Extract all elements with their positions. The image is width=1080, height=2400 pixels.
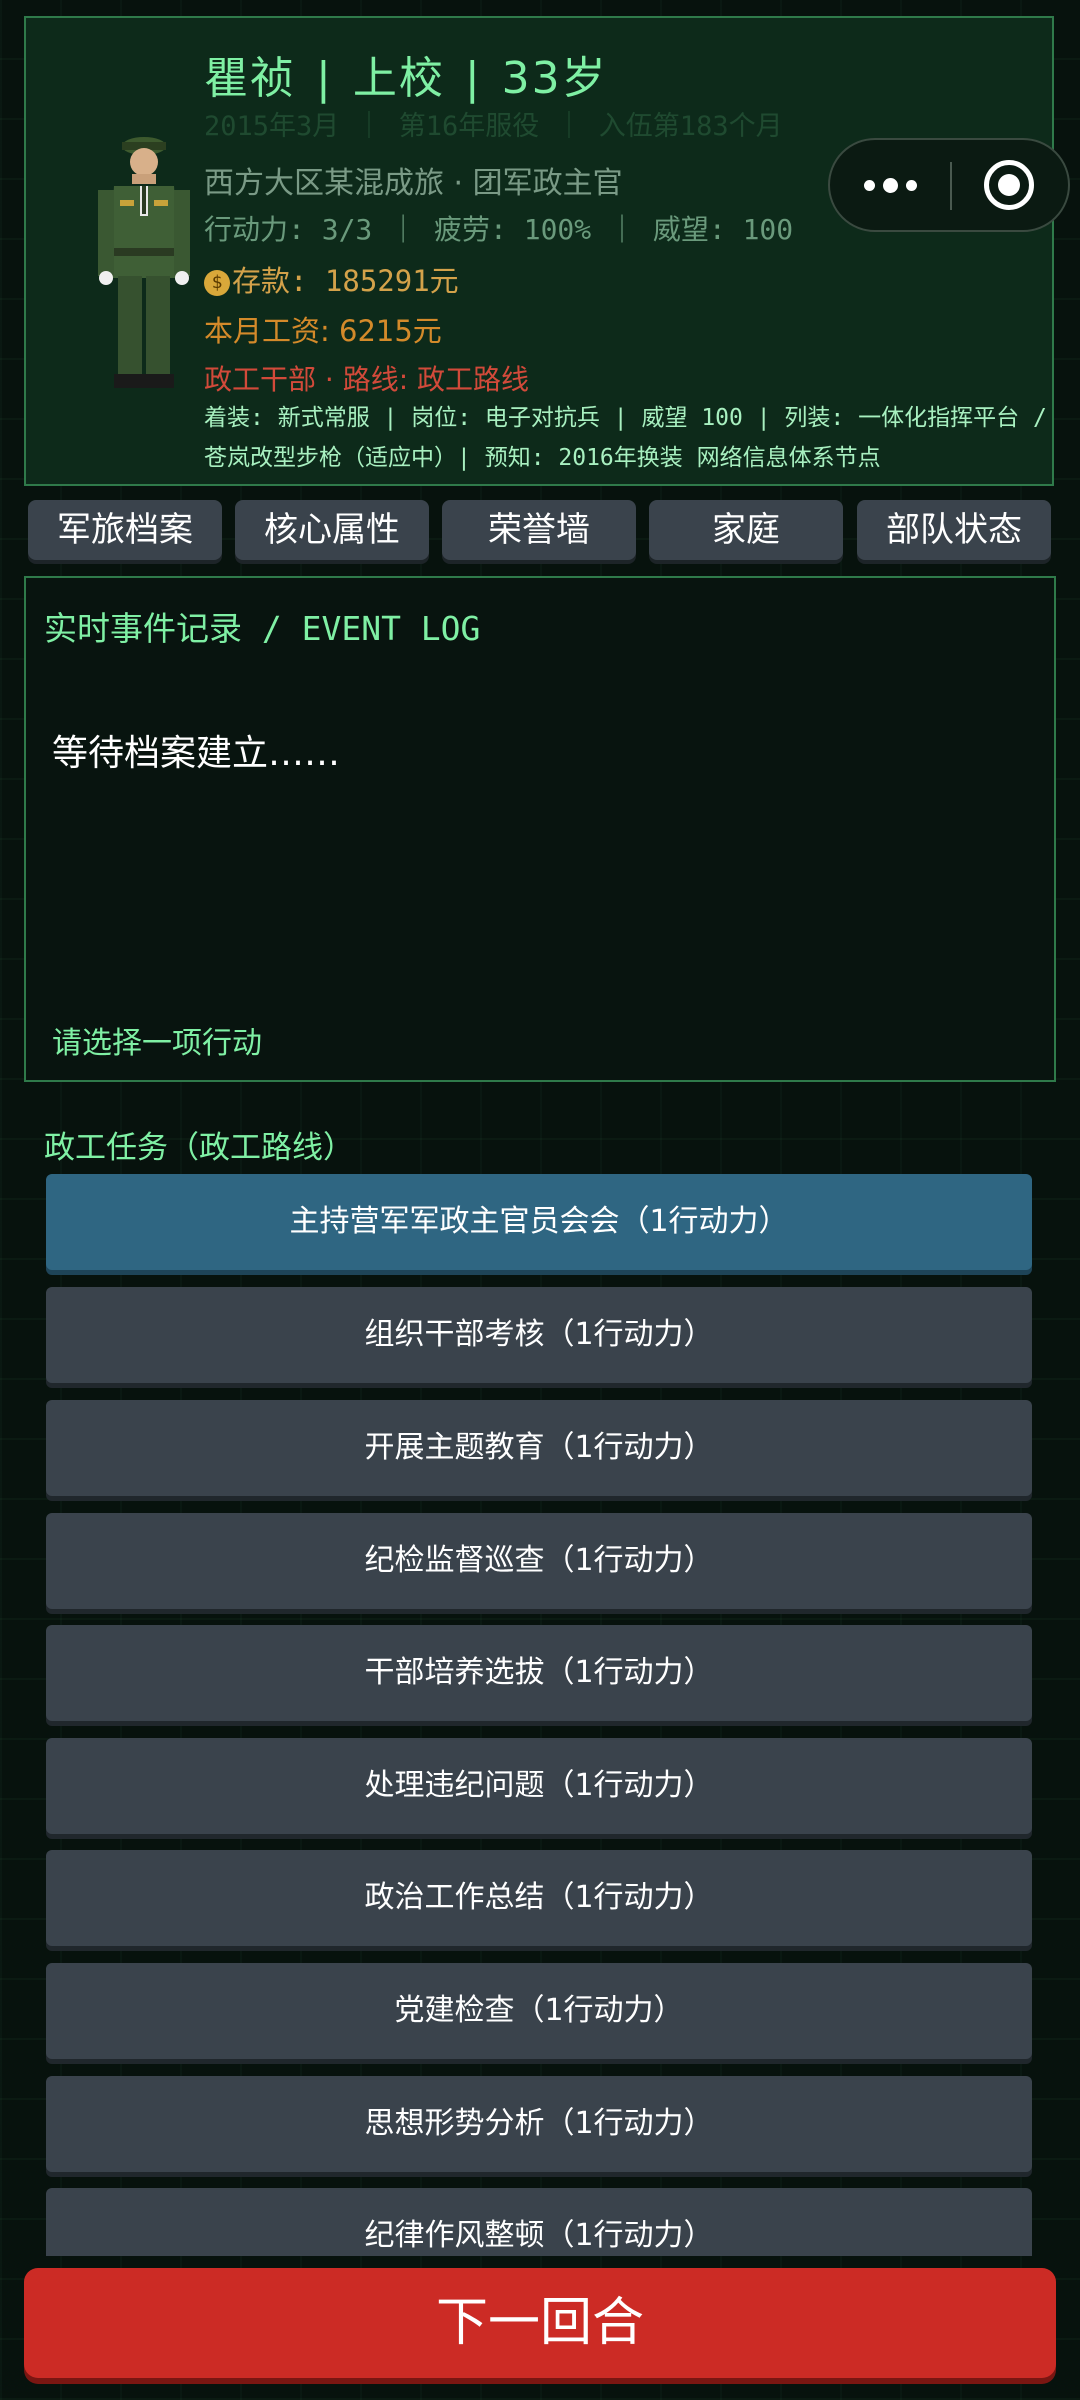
- career-route-line: 政工干部 · 路线: 政工路线: [204, 363, 530, 396]
- event-log-panel: 实时事件记录 / EVENT LOG 等待档案建立…… 请选择一项行动: [24, 576, 1056, 1082]
- soldier-avatar: [98, 137, 190, 388]
- target-close-icon[interactable]: [984, 160, 1034, 210]
- next-turn-button[interactable]: 下一回合: [24, 2268, 1056, 2378]
- salary-line: 本月工资: 6215元: [204, 314, 442, 348]
- action-button[interactable]: 组织干部考核（1行动力）: [46, 1287, 1032, 1383]
- stats-line: 行动力: 3/3 ｜ 疲劳: 100% ｜ 威望: 100: [204, 213, 794, 246]
- name-rank-age: 瞿祯 | 上校 | 33岁: [204, 53, 608, 104]
- task-section-title: 政工任务（政工路线）: [44, 1130, 354, 1166]
- action-button[interactable]: 政治工作总结（1行动力）: [46, 1850, 1032, 1946]
- savings-line: $ 存款: 185291元: [204, 258, 459, 300]
- miniprogram-capsule: [828, 138, 1070, 232]
- savings-text: 存款: 185291元: [232, 264, 459, 298]
- event-log-waiting: 等待档案建立……: [52, 733, 341, 774]
- action-button[interactable]: 开展主题教育（1行动力）: [46, 1400, 1032, 1496]
- money-bag-icon: $: [204, 270, 230, 296]
- action-prompt: 请选择一项行动: [52, 1026, 262, 1061]
- equipment-line-1: 着装: 新式常服 | 岗位: 电子对抗兵 | 威望 100 | 列装: 一体化指…: [204, 405, 1047, 431]
- officer-rank: 上校: [352, 53, 445, 104]
- tab-unit-status[interactable]: 部队状态: [857, 500, 1051, 560]
- action-button[interactable]: 纪检监督巡查（1行动力）: [46, 1513, 1032, 1609]
- tab-family[interactable]: 家庭: [649, 500, 843, 560]
- action-button[interactable]: 处理违纪问题（1行动力）: [46, 1738, 1032, 1834]
- profile-panel: 瞿祯 | 上校 | 33岁 2015年3月 ｜ 第16年服役 ｜ 入伍第183个月 西方…: [24, 16, 1070, 486]
- officer-age: 33岁: [501, 53, 608, 104]
- action-button[interactable]: 党建检查（1行动力）: [46, 1963, 1032, 2059]
- officer-name: 瞿祯: [204, 53, 296, 104]
- action-button[interactable]: 思想形势分析（1行动力）: [46, 2076, 1032, 2172]
- action-button[interactable]: 干部培养选拔（1行动力）: [46, 1625, 1032, 1721]
- more-dots-icon[interactable]: [830, 140, 950, 230]
- tab-honor-wall[interactable]: 荣誉墙: [442, 500, 636, 560]
- tab-bar: 军旅档案 核心属性 荣誉墙 家庭 部队状态: [28, 500, 1052, 560]
- equipment-line-2: 苍岚改型步枪（适应中）| 预知: 2016年换装 网络信息体系节点: [204, 445, 881, 471]
- event-log-title: 实时事件记录 / EVENT LOG: [44, 609, 481, 648]
- capsule-divider: [950, 162, 952, 210]
- service-date-line: 2015年3月 ｜ 第16年服役 ｜ 入伍第183个月: [204, 111, 783, 142]
- tab-core-attributes[interactable]: 核心属性: [235, 500, 429, 560]
- unit-position-line: 西方大区某混成旅 · 团军政主官: [204, 166, 623, 201]
- tab-military-record[interactable]: 军旅档案: [28, 500, 222, 560]
- action-list: 主持营军军政主官员会会（1行动力） 组织干部考核（1行动力） 开展主题教育（1行…: [46, 1174, 1032, 2256]
- action-button[interactable]: 主持营军军政主官员会会（1行动力）: [46, 1174, 1032, 1270]
- action-button[interactable]: 纪律作风整顿（1行动力）: [46, 2188, 1032, 2256]
